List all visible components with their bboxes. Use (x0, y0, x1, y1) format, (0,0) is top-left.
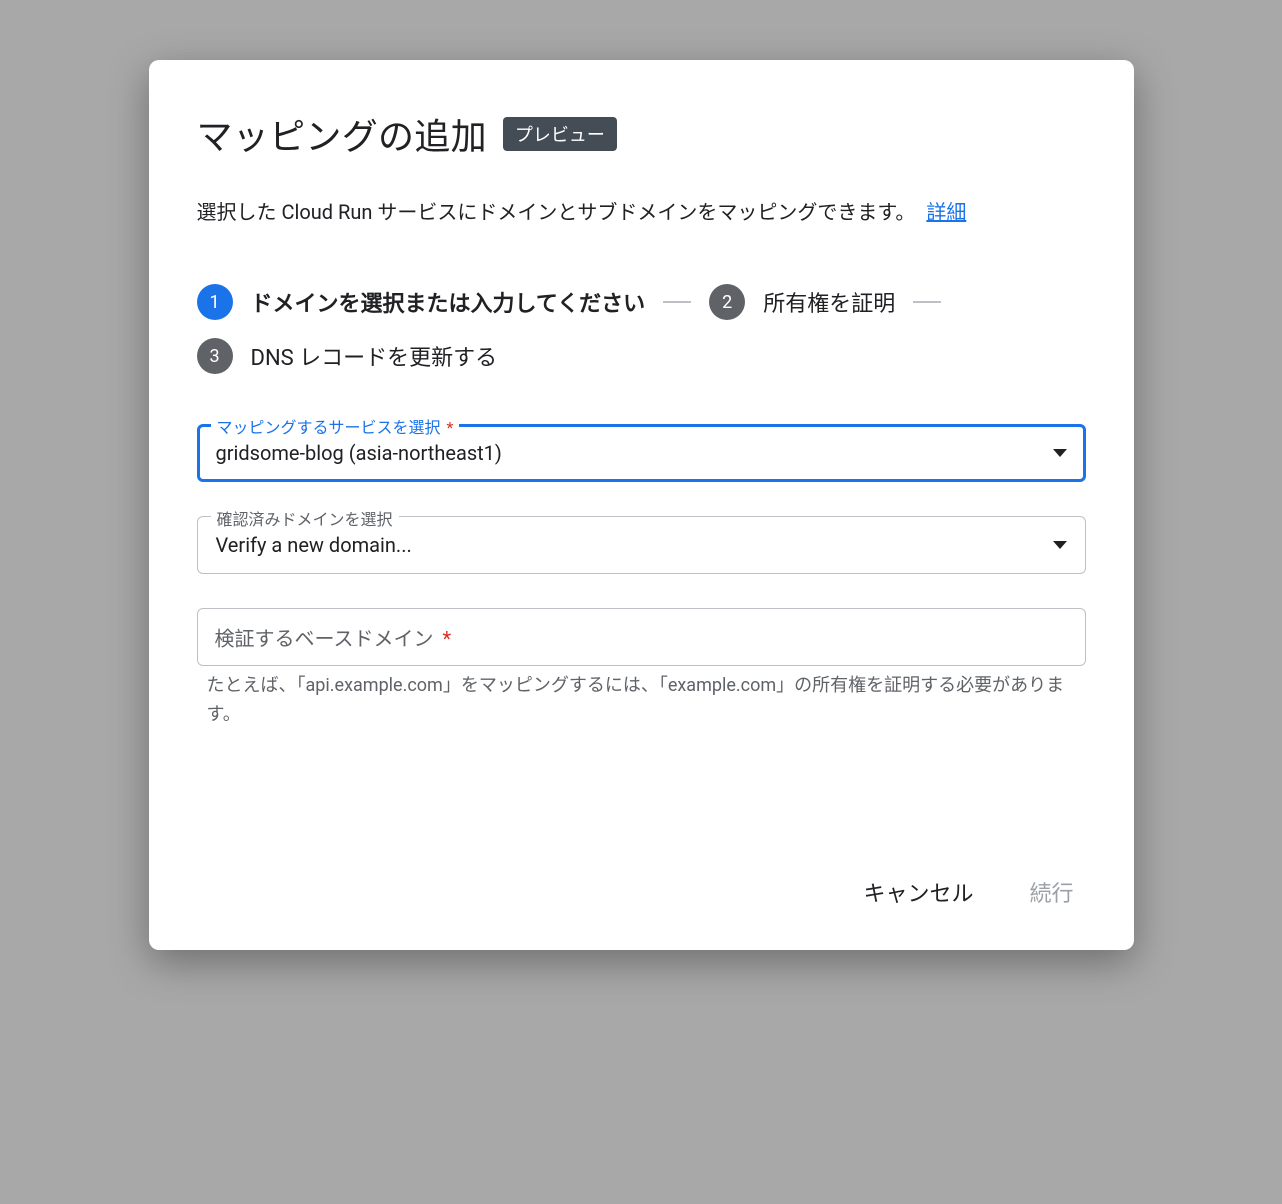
step-3-circle: 3 (197, 338, 233, 374)
step-divider (663, 301, 691, 303)
step-3-label: DNS レコードを更新する (251, 340, 498, 372)
step-2-circle: 2 (709, 284, 745, 320)
domain-select-label-text: 確認済みドメインを選択 (217, 510, 393, 529)
preview-badge: プレビュー (503, 117, 617, 151)
dialog-description-text: 選択した Cloud Run サービスにドメインとサブドメインをマッピングできま… (197, 200, 916, 224)
add-mapping-dialog: マッピングの追加 プレビュー 選択した Cloud Run サービスにドメインと… (149, 60, 1134, 950)
required-mark: * (446, 418, 453, 437)
base-domain-helper: たとえば、「api.example.com」をマッピングするには、「exampl… (197, 666, 1086, 730)
step-3: 3 DNS レコードを更新する (197, 338, 498, 374)
dialog-header: マッピングの追加 プレビュー (197, 108, 1086, 160)
domain-select-label: 確認済みドメインを選択 (211, 506, 399, 530)
service-select-label-text: マッピングするサービスを選択 (217, 418, 441, 437)
dialog-actions: キャンセル 続行 (197, 870, 1086, 914)
service-select-field: マッピングするサービスを選択 * gridsome-blog (asia-nor… (197, 424, 1086, 482)
base-domain-group: 検証するベースドメイン * たとえば、「api.example.com」をマッピ… (197, 608, 1086, 730)
stepper: 1 ドメインを選択または入力してください 2 所有権を証明 3 DNS レコード… (197, 284, 1086, 374)
base-domain-field-wrap: 検証するベースドメイン * (197, 608, 1086, 666)
service-select-value: gridsome-blog (asia-northeast1) (216, 441, 502, 465)
cancel-button[interactable]: キャンセル (859, 870, 977, 914)
step-divider (913, 301, 941, 303)
step-1-label: ドメインを選択または入力してください (251, 286, 646, 318)
step-1-circle: 1 (197, 284, 233, 320)
step-2: 2 所有権を証明 (709, 284, 895, 320)
service-select-label: マッピングするサービスを選択 * (211, 414, 460, 438)
chevron-down-icon (1053, 449, 1067, 457)
dialog-description: 選択した Cloud Run サービスにドメインとサブドメインをマッピングできま… (197, 196, 1086, 228)
chevron-down-icon (1053, 541, 1067, 549)
continue-button[interactable]: 続行 (1025, 870, 1077, 914)
base-domain-input[interactable] (197, 608, 1086, 666)
step-1: 1 ドメインを選択または入力してください (197, 284, 646, 320)
step-2-label: 所有権を証明 (763, 286, 895, 318)
dialog-title: マッピングの追加 (197, 108, 487, 160)
detail-link[interactable]: 詳細 (926, 200, 966, 224)
domain-select-field: 確認済みドメインを選択 Verify a new domain... (197, 516, 1086, 574)
domain-select-value: Verify a new domain... (216, 533, 412, 557)
